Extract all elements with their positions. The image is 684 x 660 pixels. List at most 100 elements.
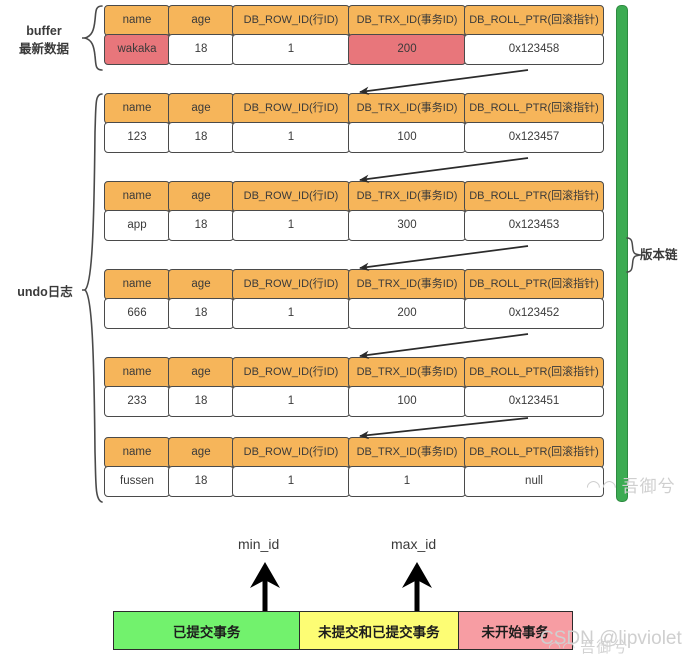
column-header-roll-ptr: DB_ROLL_PTR(回滚指针) [464,269,604,300]
arrow-ptr-1 [359,69,529,95]
cell-trx-id: 100 [348,386,466,418]
table-row: fussen 18 1 1 null [104,466,604,498]
column-header-roll-ptr: DB_ROLL_PTR(回滚指针) [464,181,604,212]
column-header-row-id: DB_ROW_ID(行ID) [232,181,350,212]
record-table: name age DB_ROW_ID(行ID) DB_TRX_ID(事务ID) … [104,93,604,154]
record-table: name age DB_ROW_ID(行ID) DB_TRX_ID(事务ID) … [104,269,604,330]
cell-row-id: 1 [232,34,350,66]
column-header-age: age [168,269,234,300]
column-header-roll-ptr: DB_ROLL_PTR(回滚指针) [464,5,604,36]
column-header-roll-ptr: DB_ROLL_PTR(回滚指针) [464,93,604,124]
segment-committed: 已提交事务 [114,612,300,649]
column-header-name: name [104,5,170,36]
buffer-brace [82,4,104,72]
segment-mixed-label: 未提交和已提交事务 [318,624,440,640]
cell-name: app [104,210,170,242]
column-header-name: name [104,93,170,124]
max-id-label: max_id [391,536,437,552]
max-id-arrow-head [402,562,432,588]
cell-trx-id: 100 [348,122,466,154]
column-header-age: age [168,5,234,36]
min-id-label: min_id [238,536,280,552]
table-row: 123 18 1 100 0x123457 [104,122,604,154]
table-row: 233 18 1 100 0x123451 [104,386,604,418]
column-header-age: age [168,437,234,468]
cell-name: 233 [104,386,170,418]
column-header-row-id: DB_ROW_ID(行ID) [232,437,350,468]
column-header-age: age [168,181,234,212]
column-header-name: name [104,437,170,468]
cell-row-id: 1 [232,466,350,498]
version-chain-label: 版本链 [640,246,678,264]
cell-trx-id: 1 [348,466,466,498]
cell-name: 123 [104,122,170,154]
cell-row-id: 1 [232,210,350,242]
cell-row-id: 1 [232,122,350,154]
record-table-header-row: name age DB_ROW_ID(行ID) DB_TRX_ID(事务ID) … [104,437,604,468]
column-header-name: name [104,181,170,212]
cell-roll-ptr: 0x123452 [464,298,604,330]
arrow-ptr-3 [359,245,529,271]
column-header-roll-ptr: DB_ROLL_PTR(回滚指针) [464,437,604,468]
column-header-trx-id: DB_TRX_ID(事务ID) [348,437,466,468]
segment-mixed: 未提交和已提交事务 [299,612,458,649]
diagram-canvas: buffer 最新数据 undo日志 name age DB_ROW_ID(行I… [0,0,684,660]
cell-row-id: 1 [232,298,350,330]
column-header-row-id: DB_ROW_ID(行ID) [232,5,350,36]
cell-age: 18 [168,210,234,242]
cell-row-id: 1 [232,386,350,418]
column-header-row-id: DB_ROW_ID(行ID) [232,357,350,388]
record-table: name age DB_ROW_ID(行ID) DB_TRX_ID(事务ID) … [104,357,604,418]
cell-trx-id: 200 [348,298,466,330]
record-table: name age DB_ROW_ID(行ID) DB_TRX_ID(事务ID) … [104,5,604,66]
cell-roll-ptr: 0x123451 [464,386,604,418]
table-row: app 18 1 300 0x123453 [104,210,604,242]
buffer-label-line1: buffer [26,24,62,38]
cell-roll-ptr: 0x123458 [464,34,604,66]
version-chain-label-text: 版本链 [640,248,678,262]
record-table-header-row: name age DB_ROW_ID(行ID) DB_TRX_ID(事务ID) … [104,269,604,300]
column-header-trx-id: DB_TRX_ID(事务ID) [348,181,466,212]
record-table-header-row: name age DB_ROW_ID(行ID) DB_TRX_ID(事务ID) … [104,357,604,388]
column-header-roll-ptr: DB_ROLL_PTR(回滚指针) [464,357,604,388]
wechat-watermark-top-text: 吾御兮 [621,477,676,496]
column-header-age: age [168,357,234,388]
cell-trx-id: 300 [348,210,466,242]
arrow-ptr-2 [359,157,529,183]
cell-roll-ptr: 0x123453 [464,210,604,242]
readview-transaction-bar: 已提交事务 未提交和已提交事务 未开始事务 [113,611,573,650]
column-header-name: name [104,357,170,388]
cell-age: 18 [168,122,234,154]
column-header-trx-id: DB_TRX_ID(事务ID) [348,93,466,124]
cell-name: wakaka [104,34,170,66]
cell-name: fussen [104,466,170,498]
arrow-ptr-5 [359,417,529,440]
table-row: 666 18 1 200 0x123452 [104,298,604,330]
cell-age: 18 [168,466,234,498]
wechat-watermark-bottom-text: 吾御兮 [580,639,629,656]
column-header-trx-id: DB_TRX_ID(事务ID) [348,269,466,300]
table-row: wakaka 18 1 200 0x123458 [104,34,604,66]
arrow-ptr-4 [359,333,529,359]
cell-name: 666 [104,298,170,330]
column-header-row-id: DB_ROW_ID(行ID) [232,269,350,300]
cell-age: 18 [168,386,234,418]
segment-not-started: 未开始事务 [457,612,572,649]
segment-committed-label: 已提交事务 [172,624,241,640]
column-header-name: name [104,269,170,300]
column-header-trx-id: DB_TRX_ID(事务ID) [348,357,466,388]
record-table: name age DB_ROW_ID(行ID) DB_TRX_ID(事务ID) … [104,437,604,498]
undo-log-label-text: undo日志 [17,285,73,299]
segment-not-started-label: 未开始事务 [481,624,550,640]
record-table-header-row: name age DB_ROW_ID(行ID) DB_TRX_ID(事务ID) … [104,181,604,212]
cell-age: 18 [168,34,234,66]
record-table-header-row: name age DB_ROW_ID(行ID) DB_TRX_ID(事务ID) … [104,5,604,36]
min-id-arrow-head [250,562,280,588]
record-table-header-row: name age DB_ROW_ID(行ID) DB_TRX_ID(事务ID) … [104,93,604,124]
buffer-label-line2: 最新数据 [18,42,69,57]
record-table: name age DB_ROW_ID(行ID) DB_TRX_ID(事务ID) … [104,181,604,242]
column-header-row-id: DB_ROW_ID(行ID) [232,93,350,124]
column-header-age: age [168,93,234,124]
cell-age: 18 [168,298,234,330]
cell-roll-ptr: 0x123457 [464,122,604,154]
